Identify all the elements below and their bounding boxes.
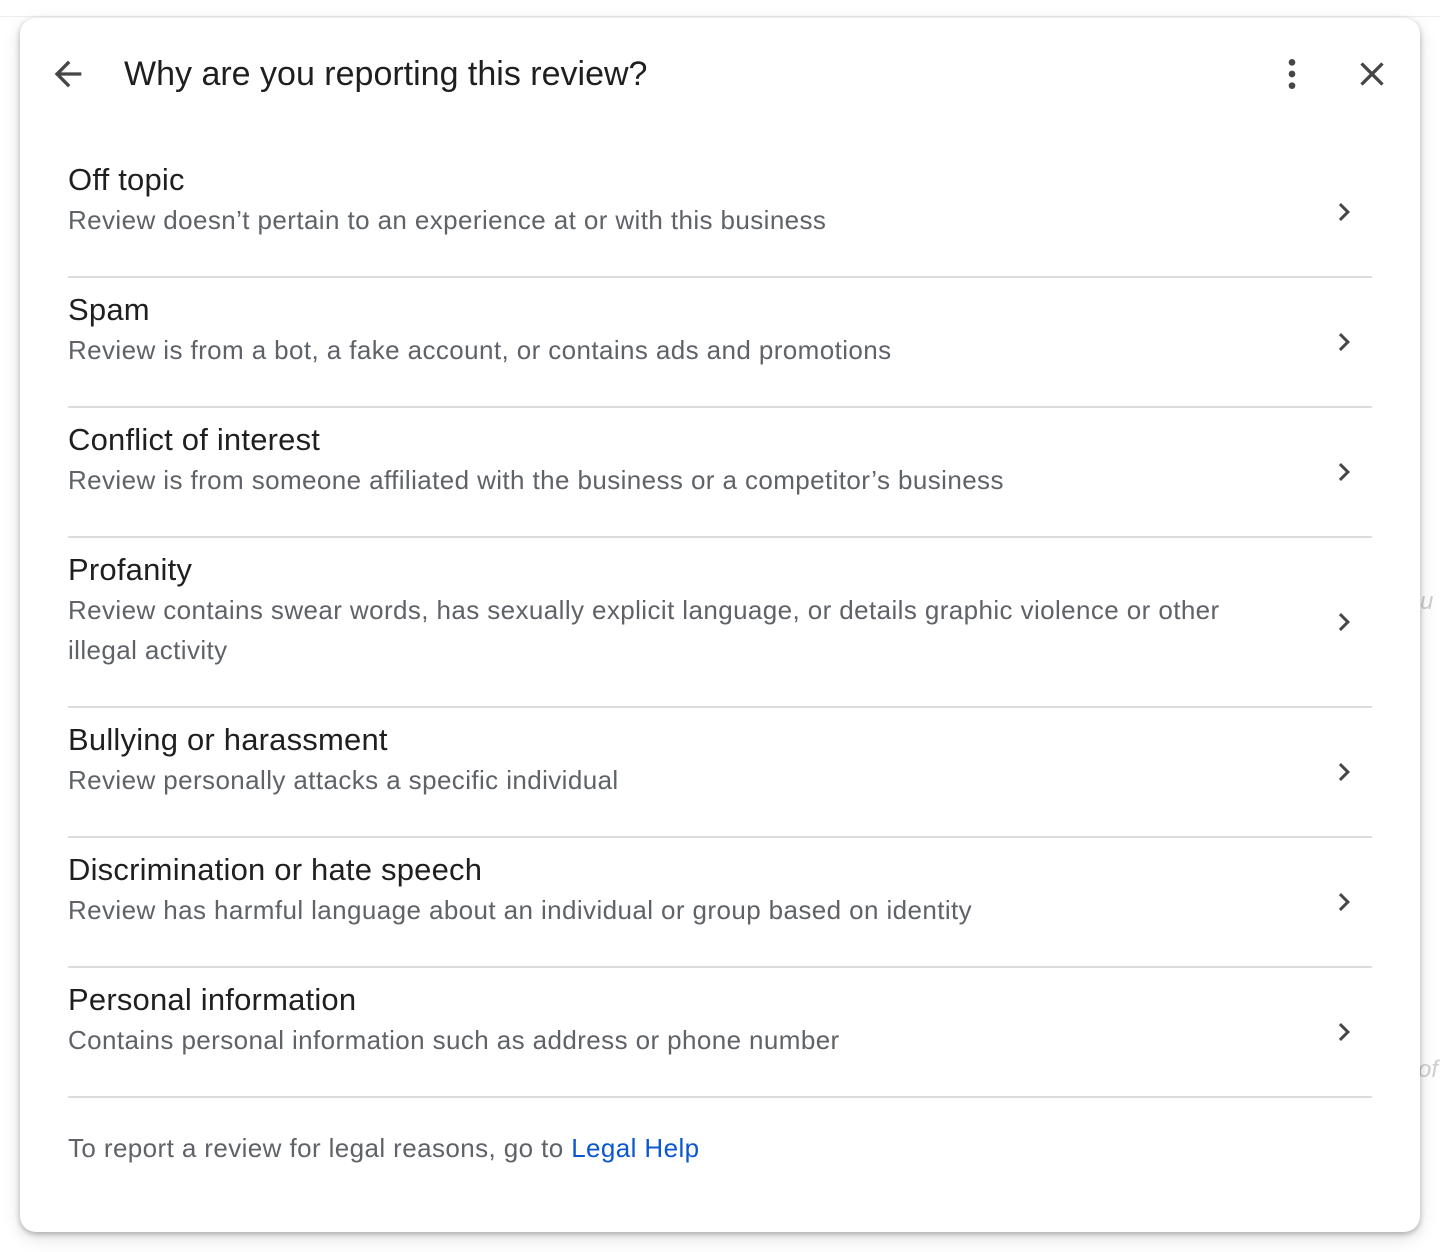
chevron-right-icon [1338, 1023, 1350, 1041]
reason-item[interactable]: Conflict of interest Review is from someo… [68, 408, 1372, 538]
backdrop-text: u [1420, 588, 1434, 615]
reason-text: Profanity Review contains swear words, ha… [68, 550, 1248, 670]
chevron-right-icon [1338, 333, 1350, 351]
chevron-right-icon [1338, 893, 1350, 911]
reason-list: Off topic Review doesn’t pertain to an ex… [68, 148, 1372, 1098]
reason-item[interactable]: Spam Review is from a bot, a fake account… [68, 278, 1372, 408]
reason-label: Profanity [68, 552, 193, 587]
chevron-right-icon [1338, 203, 1350, 221]
reason-label: Personal information [68, 982, 357, 1017]
dialog-header: Why are you reporting this review? [20, 18, 1420, 130]
reason-description: Review has harmful language about an ind… [68, 895, 973, 925]
more-vert-icon [1288, 59, 1296, 89]
reason-label: Off topic [68, 162, 185, 197]
reason-description: Review is from a bot, a fake account, or… [68, 335, 892, 365]
reason-description: Contains personal information such as ad… [68, 1025, 840, 1055]
backdrop-divider [0, 16, 1440, 17]
report-review-dialog: Why are you reporting this review? Off t… [20, 18, 1420, 1232]
chevron-right-icon [1338, 763, 1350, 781]
reason-description: Review doesn’t pertain to an experience … [68, 205, 827, 235]
reason-description: Review personally attacks a specific ind… [68, 765, 619, 795]
chevron-right-icon [1338, 613, 1350, 631]
dialog-title: Why are you reporting this review? [124, 55, 648, 93]
backdrop-text: of [1418, 1056, 1439, 1083]
more-options-button[interactable] [1268, 50, 1316, 98]
back-button[interactable] [44, 50, 92, 98]
reason-item[interactable]: Off topic Review doesn’t pertain to an ex… [68, 148, 1372, 278]
reason-text: Conflict of interest Review is from someo… [68, 420, 1248, 500]
reason-description: Review contains swear words, has sexuall… [68, 595, 1220, 665]
reason-label: Discrimination or hate speech [68, 852, 483, 887]
reason-label: Conflict of interest [68, 422, 321, 457]
arrow-back-icon [54, 60, 82, 88]
close-button[interactable] [1348, 50, 1396, 98]
reason-item[interactable]: Profanity Review contains swear words, ha… [68, 538, 1372, 708]
reason-text: Discrimination or hate speech Review has … [68, 850, 1248, 930]
reason-item[interactable]: Personal information Contains personal in… [68, 968, 1372, 1098]
reason-item[interactable]: Bullying or harassment Review personally … [68, 708, 1372, 838]
footer-text: To report a review for legal reasons, go… [68, 1133, 572, 1163]
reason-label: Spam [68, 292, 150, 327]
reason-description: Review is from someone affiliated with t… [68, 465, 1004, 495]
reason-item[interactable]: Discrimination or hate speech Review has … [68, 838, 1372, 968]
close-icon [1360, 62, 1384, 86]
reason-text: Spam Review is from a bot, a fake account… [68, 290, 1248, 370]
reason-label: Bullying or harassment [68, 722, 388, 757]
legal-help-link[interactable]: Legal Help [571, 1133, 699, 1163]
reason-text: Off topic Review doesn’t pertain to an ex… [68, 160, 1248, 240]
chevron-right-icon [1338, 463, 1350, 481]
reason-text: Bullying or harassment Review personally … [68, 720, 1248, 800]
reason-text: Personal information Contains personal in… [68, 980, 1248, 1060]
legal-footer: To report a review for legal reasons, go… [68, 1128, 700, 1168]
